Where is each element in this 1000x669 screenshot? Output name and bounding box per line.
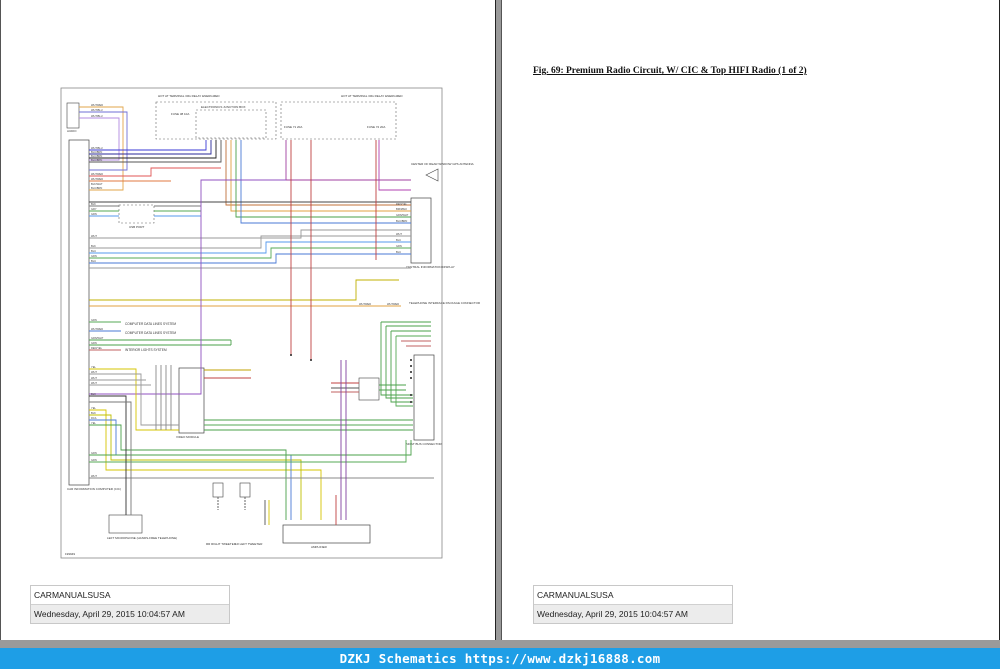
svg-text:BLK/WHT: BLK/WHT <box>91 182 103 186</box>
svg-text:WHT/RED: WHT/RED <box>91 172 103 176</box>
svg-text:WHT/RED: WHT/RED <box>91 177 103 181</box>
antenna-label: CENTER OF REAR WINDOW GPS ANTENNA <box>411 162 474 166</box>
svg-text:YEL: YEL <box>91 406 96 410</box>
footer-info-right: CARMANUALSUSA Wednesday, April 29, 2015 … <box>533 585 733 624</box>
fuse-label-3: FUSE 72 20A <box>367 125 385 129</box>
svg-text:BLK: BLK <box>91 202 96 206</box>
central-info-label: CENTRAL INFORMATION DISPLAY <box>406 265 455 269</box>
svg-text:GRN: GRN <box>91 318 97 322</box>
svg-text:BLU/BRN: BLU/BRN <box>396 219 407 223</box>
fuse-label-2: FUSE 71 20A <box>284 125 302 129</box>
computer-data-label: COMPUTER DATA LINES SYSTEM <box>125 322 176 326</box>
svg-text:WHT: WHT <box>396 232 402 236</box>
lr-tweeter-label: LR LEFT TWEETER <box>235 542 263 546</box>
amp-label: AMPLIFIER <box>311 545 328 549</box>
svg-text:BLU/BRN: BLU/BRN <box>91 154 102 158</box>
footer-timestamp: Wednesday, April 29, 2015 10:04:57 AM <box>534 605 732 623</box>
fuse-label-1: FUSE 38 10A <box>171 112 189 116</box>
svg-text:BLK: BLK <box>91 392 96 396</box>
svg-text:WHT/BLU: WHT/BLU <box>91 108 103 112</box>
svg-text:WHT: WHT <box>91 474 97 478</box>
figure-title: Fig. 69: Premium Radio Circuit, W/ CIC &… <box>533 66 807 76</box>
svg-text:GRN: GRN <box>91 451 97 455</box>
video-module-label: VIDEO MODULE <box>176 435 199 439</box>
svg-text:AUDIO: AUDIO <box>67 129 77 133</box>
svg-text:WHT/RED: WHT/RED <box>387 302 399 306</box>
most-bus-label: MOST BUS CONNECTOR <box>406 442 443 446</box>
hot-label-2: HOT AT TERMINAL 30G RELAY ENERGIZED <box>341 94 403 98</box>
usb-port-label: USB PORT <box>129 225 144 229</box>
svg-text:WHT/RED: WHT/RED <box>91 327 103 331</box>
mic-label: LEFT MICROPHONE (HANDS-FREE TELEPHONE) <box>107 536 177 540</box>
svg-text:BLU/BRN: BLU/BRN <box>91 150 102 154</box>
diagram-id: 199949 <box>65 552 75 556</box>
right-page: Fig. 69: Premium Radio Circuit, W/ CIC &… <box>501 0 1000 640</box>
wiring-diagram: HOT AT TERMINAL 30G RELAY ENERGIZED HOT … <box>60 87 481 559</box>
svg-text:WHT: WHT <box>91 376 97 380</box>
footer-company: CARMANUALSUSA <box>31 586 229 605</box>
svg-text:GRN/WHT: GRN/WHT <box>396 213 409 217</box>
svg-text:GRN: GRN <box>91 254 97 258</box>
svg-text:BLK: BLK <box>91 411 96 415</box>
svg-text:YEL: YEL <box>91 421 96 425</box>
watermark-bar: DZKJ Schematics https://www.dzkj16888.co… <box>0 648 1000 669</box>
svg-text:WHT/RED: WHT/RED <box>359 302 371 306</box>
computer-data-label-2: COMPUTER DATA LINES SYSTEM <box>125 331 176 335</box>
svg-text:WHT/RED: WHT/RED <box>91 103 103 107</box>
svg-text:BLU: BLU <box>91 259 96 263</box>
svg-text:GRN: GRN <box>91 458 97 462</box>
footer-company: CARMANUALSUSA <box>534 586 732 605</box>
svg-text:BLU: BLU <box>91 249 96 253</box>
svg-text:GRY: GRY <box>91 207 97 211</box>
svg-text:RCA: RCA <box>91 416 97 420</box>
svg-text:RED/YEL: RED/YEL <box>91 346 103 350</box>
junction-box-label: ELECTRONICS JUNCTION BOX <box>201 105 246 109</box>
left-page: HOT AT TERMINAL 30G RELAY ENERGIZED HOT … <box>0 0 497 640</box>
svg-text:WHT/BLU: WHT/BLU <box>91 114 103 118</box>
hot-label-1: HOT AT TERMINAL 30G RELAY ENERGIZED <box>158 94 220 98</box>
svg-text:BLU: BLU <box>396 238 401 242</box>
svg-text:GRN: GRN <box>396 244 402 248</box>
svg-text:YEL: YEL <box>91 365 96 369</box>
viewer-background-strip <box>0 640 1000 648</box>
svg-text:WHT/BLU: WHT/BLU <box>91 146 103 150</box>
footer-info-left: CARMANUALSUSA Wednesday, April 29, 2015 … <box>30 585 230 624</box>
svg-text:BLU: BLU <box>396 250 401 254</box>
svg-text:BLU/BRN: BLU/BRN <box>91 186 102 190</box>
cic-label: CAR INFORMATION COMPUTER (CIC) <box>67 487 121 491</box>
svg-text:GRN/WHT: GRN/WHT <box>91 336 104 340</box>
svg-text:WHT: WHT <box>91 370 97 374</box>
footer-timestamp: Wednesday, April 29, 2015 10:04:57 AM <box>31 605 229 623</box>
svg-text:BRN/BLK: BRN/BLK <box>396 207 407 211</box>
svg-text:WHT: WHT <box>91 381 97 385</box>
svg-text:BLK: BLK <box>91 244 96 248</box>
telephone-label: TELEPHONE INTERFACE PACKAGE CONNECTOR <box>409 301 481 305</box>
rr-tweeter-label: RR RIGHT TWEETER <box>206 542 237 546</box>
interior-lights-label: INTERIOR LIGHTS SYSTEM <box>125 348 167 352</box>
svg-text:GRN: GRN <box>91 341 97 345</box>
svg-text:GRN: GRN <box>91 212 97 216</box>
svg-text:WHT: WHT <box>91 234 97 238</box>
svg-text:RED/YEL: RED/YEL <box>396 202 408 206</box>
svg-text:BLU/BRN: BLU/BRN <box>91 158 102 162</box>
